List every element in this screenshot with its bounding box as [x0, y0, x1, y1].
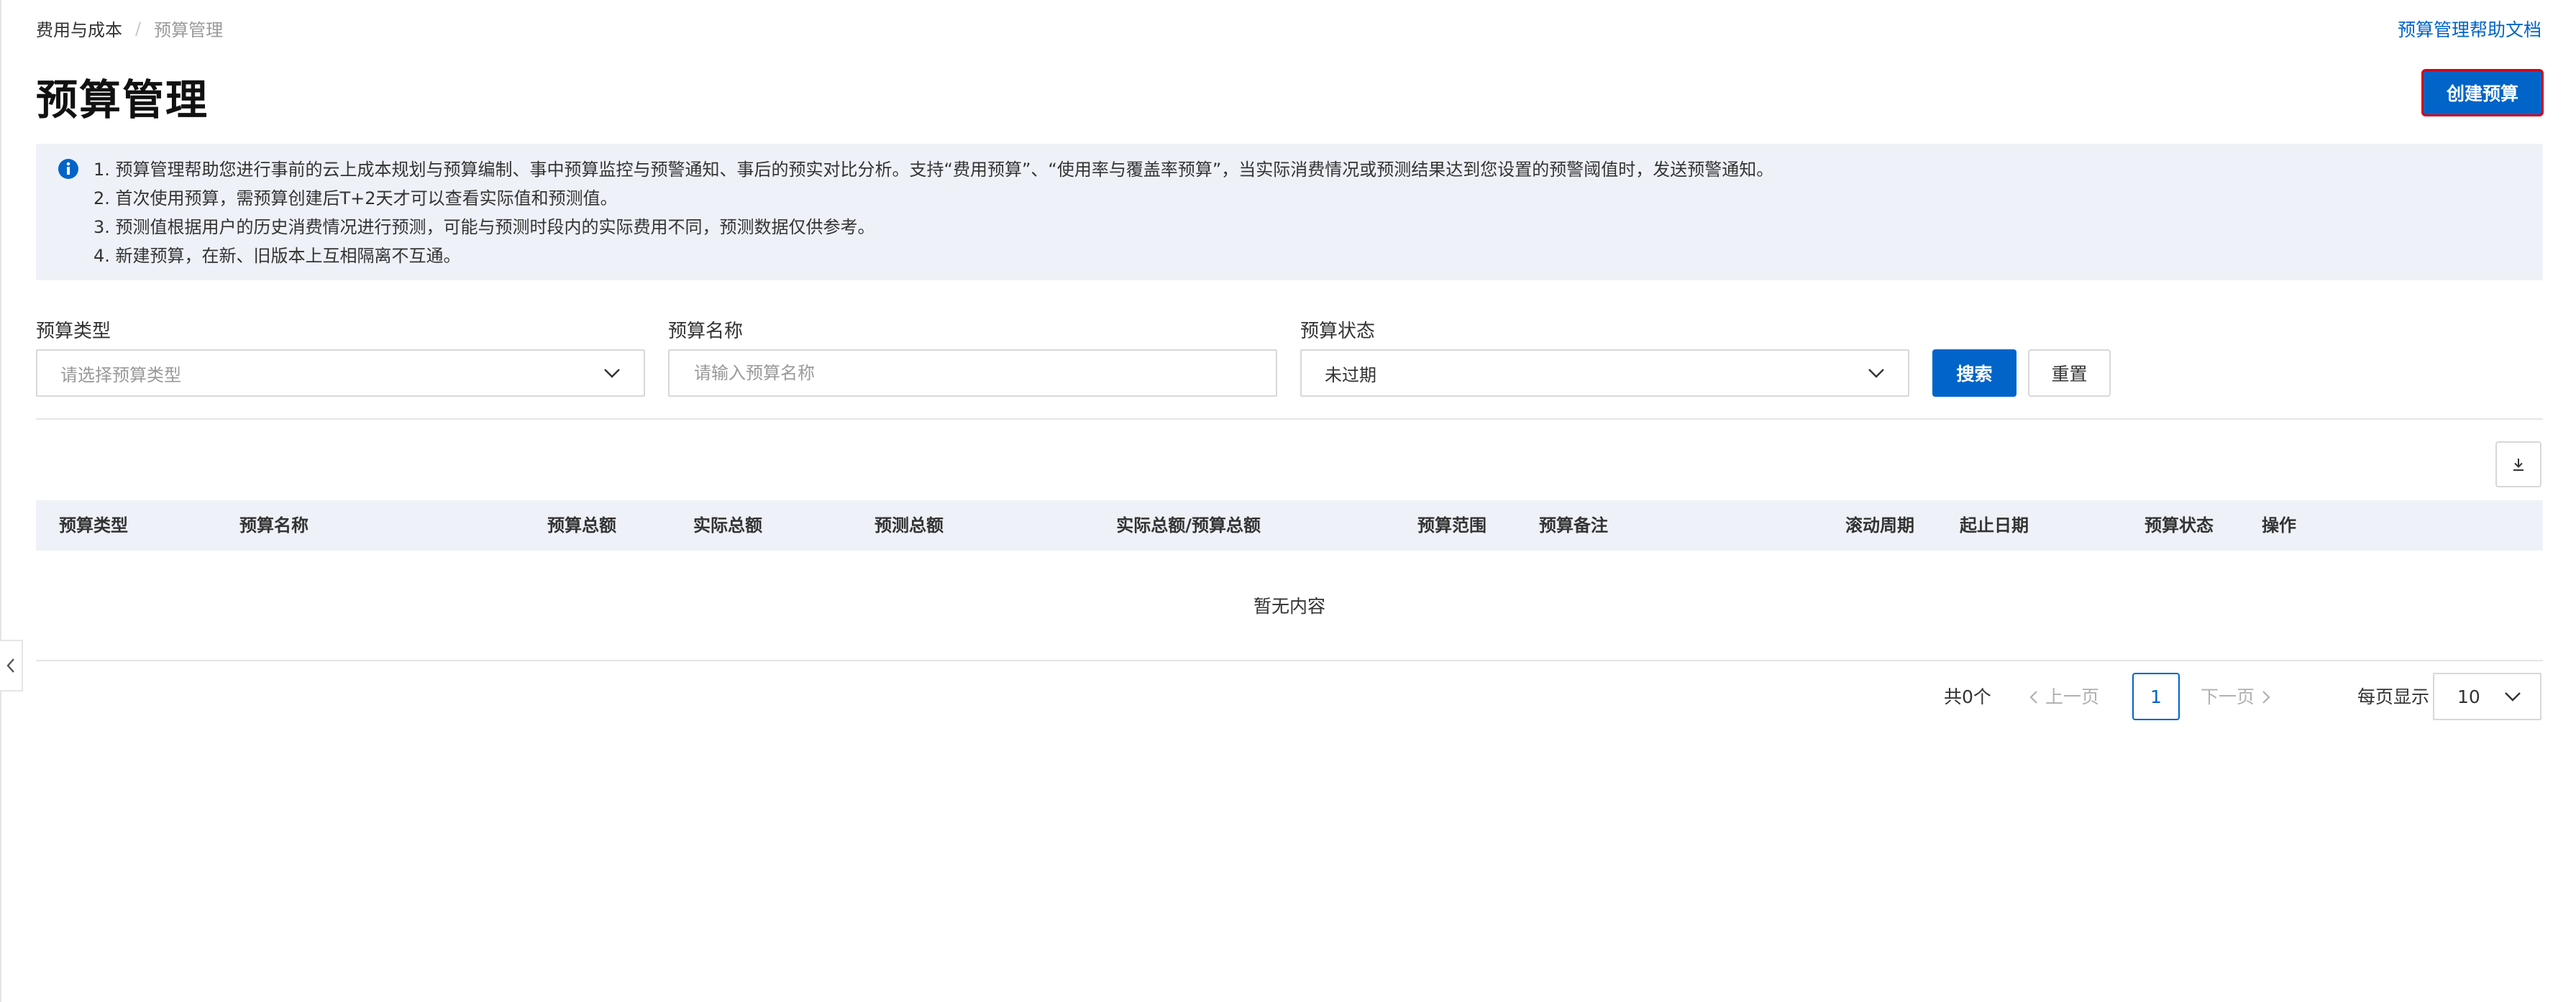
column-header: 预算备注 [1539, 515, 1608, 536]
chevron-down-icon [604, 369, 620, 378]
next-page-button[interactable]: 下一页 [2201, 683, 2270, 712]
reset-button[interactable]: 重置 [2028, 349, 2111, 397]
info-notice: 1. 预算管理帮助您进行事前的云上成本规划与预算编制、事中预算监控与预警通知、事… [36, 144, 2543, 280]
breadcrumb-current: 预算管理 [154, 20, 224, 40]
notice-line: 2. 首次使用预算，需预算创建后T+2天才可以查看实际值和预测值。 [93, 188, 618, 208]
chevron-left-icon [2029, 691, 2037, 704]
budget-name-input[interactable] [693, 362, 1253, 384]
notice-line: 3. 预测值根据用户的历史消费情况进行预测，可能与预测时段内的实际费用不同，预测… [93, 217, 875, 237]
breadcrumb: 费用与成本 / 预算管理 [36, 16, 223, 41]
info-icon [58, 159, 78, 179]
column-header: 操作 [2262, 515, 2296, 536]
column-header: 预算总额 [547, 515, 616, 536]
per-page-value: 10 [2457, 686, 2480, 707]
prev-page-button[interactable]: 上一页 [2029, 683, 2099, 712]
column-header: 滚动周期 [1845, 515, 1914, 536]
chevron-right-icon [2262, 691, 2270, 704]
table-bottom-border [36, 660, 2543, 661]
empty-state: 暂无内容 [36, 551, 2543, 660]
total-count: 共0个 [1944, 686, 1991, 707]
download-icon [2513, 459, 2524, 471]
budget-type-placeholder: 请选择预算类型 [60, 364, 181, 385]
budget-name-label: 预算名称 [668, 321, 744, 342]
breadcrumb-cost-link[interactable]: 费用与成本 [36, 16, 122, 41]
per-page-label: 每页显示 [2357, 686, 2430, 707]
column-header: 起止日期 [1960, 515, 2029, 536]
budget-status-select[interactable]: 未过期 [1300, 349, 1909, 397]
create-budget-button[interactable]: 创建预算 [2421, 69, 2544, 116]
column-header: 预算状态 [2145, 515, 2214, 536]
chevron-down-icon [1868, 369, 1884, 378]
table-header: 预算类型 预算名称 预算总额 实际总额 预测总额 实际总额/预算总额 预算范围 … [36, 500, 2543, 551]
column-header: 预测总额 [874, 515, 944, 536]
chevron-left-icon [6, 658, 14, 673]
budget-type-select[interactable]: 请选择预算类型 [36, 349, 645, 397]
section-divider [36, 418, 2543, 420]
budget-status-label: 预算状态 [1300, 321, 1376, 342]
breadcrumb-separator: / [135, 18, 142, 39]
column-header: 预算名称 [239, 515, 309, 536]
budget-name-field [668, 349, 1277, 397]
column-header: 预算范围 [1417, 515, 1486, 536]
download-button[interactable] [2495, 441, 2541, 487]
left-edge-border [0, 0, 1, 1002]
per-page-select[interactable]: 10 [2433, 673, 2541, 720]
budget-status-value: 未过期 [1325, 364, 1376, 385]
page-title: 预算管理 [36, 75, 209, 124]
column-header: 实际总额 [693, 515, 762, 536]
search-button[interactable]: 搜索 [1932, 349, 2017, 397]
sidebar-collapse-toggle[interactable] [0, 640, 23, 691]
column-header: 实际总额/预算总额 [1116, 515, 1261, 536]
help-doc-link[interactable]: 预算管理帮助文档 [2398, 16, 2541, 42]
notice-line: 1. 预算管理帮助您进行事前的云上成本规划与预算编制、事中预算监控与预警通知、事… [93, 160, 1774, 180]
next-page-label: 下一页 [2201, 686, 2255, 707]
column-header: 预算类型 [59, 515, 128, 536]
chevron-down-icon [2505, 692, 2521, 702]
budget-type-label: 预算类型 [36, 321, 111, 342]
empty-state-text: 暂无内容 [1253, 596, 1325, 617]
page-1-button[interactable]: 1 [2132, 673, 2180, 720]
prev-page-label: 上一页 [2045, 686, 2100, 707]
notice-line: 4. 新建预算，在新、旧版本上互相隔离不互通。 [93, 246, 461, 266]
